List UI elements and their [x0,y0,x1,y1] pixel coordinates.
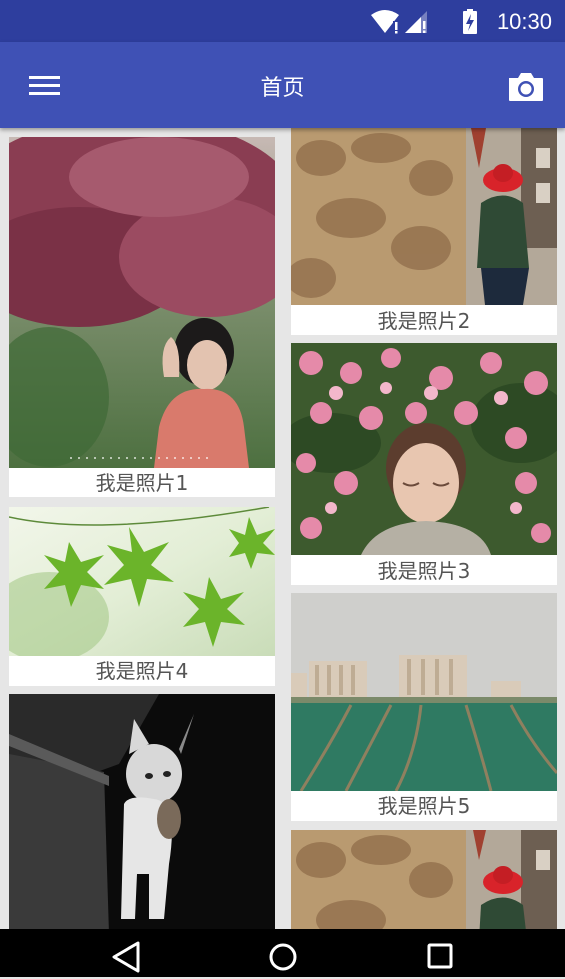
photo-card-5[interactable]: 我是照片5 [291,593,557,821]
photo-grid[interactable]: 我是照片1 我是照片4 我是照片2 我是照片3 我是照片5 [0,128,565,929]
photo-card-7[interactable] [291,830,557,929]
photo-image-7 [291,830,557,929]
photo-card-6[interactable] [9,694,275,929]
photo-image-3 [291,343,557,555]
recents-button[interactable] [409,935,469,975]
app-bar: 首页 [0,42,565,128]
back-icon [112,941,140,973]
photo-image-4 [9,507,275,656]
photo-image-5 [291,593,557,791]
home-button[interactable] [253,935,313,975]
wifi-icon [371,10,399,34]
photo-card-1[interactable]: 我是照片1 [9,137,275,497]
battery-charging-icon [463,9,477,34]
clock: 10:30 [496,9,552,34]
photo-caption-1: 我是照片1 [95,471,189,495]
photo-card-3[interactable]: 我是照片3 [291,343,557,585]
photo-caption-3: 我是照片3 [377,559,471,583]
recents-icon [427,943,453,969]
camera-icon [509,73,543,101]
photo-card-2[interactable]: 我是照片2 [291,128,557,335]
navigation-bar [0,929,565,977]
camera-button[interactable] [501,64,549,108]
photo-image-6 [9,694,275,929]
photo-card-4[interactable]: 我是照片4 [9,507,275,686]
signal-icon [405,11,427,33]
back-button[interactable] [96,935,156,975]
page-title: 首页 [260,76,305,101]
status-bar: 10:30 [0,0,565,42]
photo-image-2 [291,128,557,305]
photo-caption-4: 我是照片4 [95,659,189,683]
photo-caption-5: 我是照片5 [377,794,471,818]
photo-image-1 [9,137,275,468]
home-icon [269,943,297,971]
status-icons [371,9,477,34]
photo-caption-2: 我是照片2 [377,309,471,333]
